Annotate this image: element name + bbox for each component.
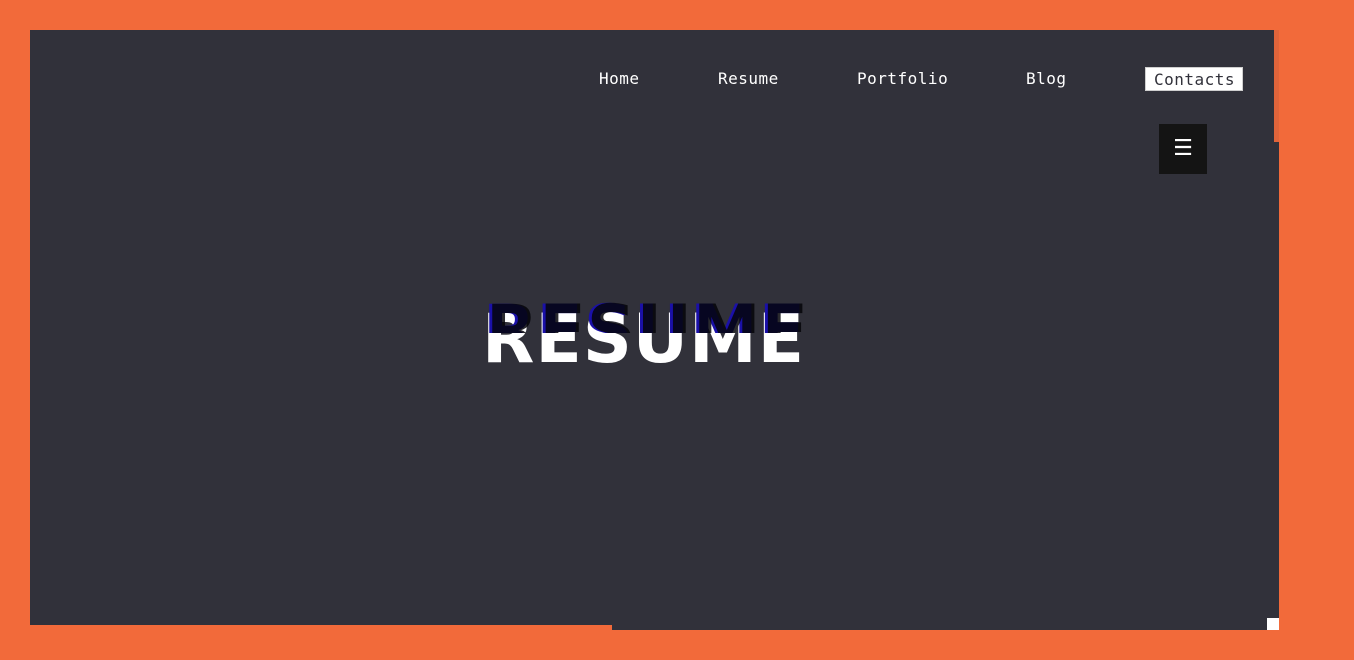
menu-toggle-button[interactable]: ☰ [1159, 124, 1207, 174]
hamburger-icon: ☰ [1173, 136, 1193, 161]
main-navigation: Home Resume Portfolio Blog Contacts [0, 66, 1354, 92]
page-title: RESUME RESUME RESUME [482, 297, 808, 380]
panel-bottom-strip [30, 625, 612, 630]
nav-link-portfolio[interactable]: Portfolio [857, 66, 948, 92]
nav-link-resume[interactable]: Resume [718, 66, 779, 92]
corner-marker [1267, 618, 1279, 630]
nav-link-blog[interactable]: Blog [1026, 66, 1067, 92]
nav-link-contacts[interactable]: Contacts [1145, 67, 1243, 91]
nav-link-home[interactable]: Home [599, 66, 640, 92]
